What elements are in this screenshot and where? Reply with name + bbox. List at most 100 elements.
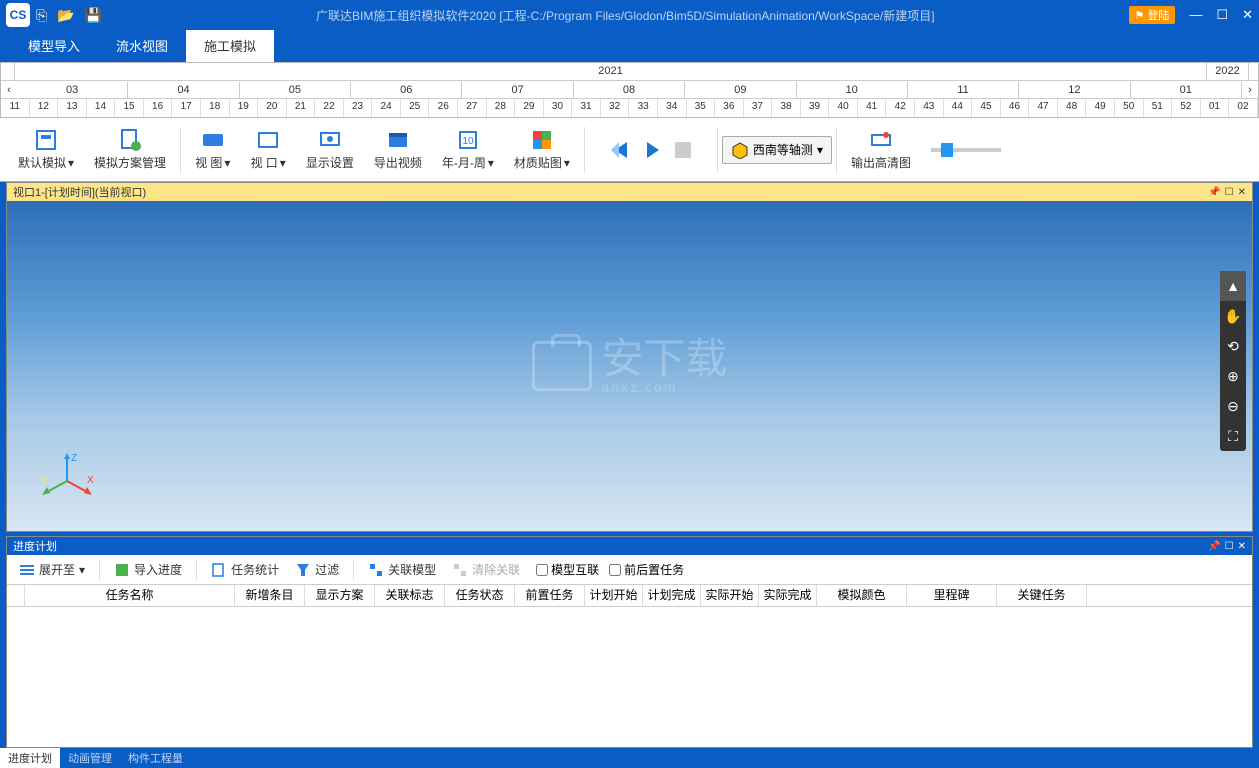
timeline-week[interactable]: 34	[658, 99, 687, 117]
close-button[interactable]: ✕	[1242, 7, 1253, 23]
column-header[interactable]: 计划完成	[643, 585, 701, 606]
view-orientation-select[interactable]: 西南等轴测▾	[722, 136, 832, 164]
timeline-week[interactable]: 43	[915, 99, 944, 117]
tab-quantities[interactable]: 构件工程量	[120, 748, 191, 768]
timeline-week[interactable]: 30	[544, 99, 573, 117]
pin-icon[interactable]: 📌	[1208, 541, 1220, 552]
timeline-month[interactable]: 11	[908, 82, 1019, 98]
timeline-week[interactable]: 17	[172, 99, 201, 117]
timeline-week[interactable]: 45	[972, 99, 1001, 117]
timeline-week[interactable]: 25	[401, 99, 430, 117]
timeline-week[interactable]: 47	[1029, 99, 1058, 117]
view-button[interactable]: 视 图▾	[185, 122, 240, 178]
timeline-week[interactable]: 28	[487, 99, 516, 117]
prepost-task-checkbox[interactable]: 前后置任务	[609, 561, 684, 578]
output-hd-button[interactable]: 输出高清图	[841, 122, 921, 178]
tab-simulation[interactable]: 施工模拟	[186, 30, 274, 62]
column-header[interactable]: 实际开始	[701, 585, 759, 606]
timeline-week[interactable]: 24	[372, 99, 401, 117]
timeline-next-icon[interactable]: ›	[1242, 82, 1258, 98]
timeline-week[interactable]: 01	[1201, 99, 1230, 117]
filter-button[interactable]: 过滤	[289, 559, 345, 580]
timeline-week[interactable]: 37	[744, 99, 773, 117]
column-header[interactable]	[7, 585, 25, 606]
pin-icon[interactable]: 📌	[1208, 187, 1220, 198]
timeline-week[interactable]: 44	[944, 99, 973, 117]
model-link-checkbox[interactable]: 模型互联	[536, 561, 599, 578]
timeline-week[interactable]: 46	[1001, 99, 1030, 117]
timeline-week[interactable]: 15	[115, 99, 144, 117]
clear-link-button[interactable]: 清除关联	[446, 559, 526, 580]
tab-model-import[interactable]: 模型导入	[10, 30, 98, 62]
column-header[interactable]: 显示方案	[305, 585, 375, 606]
material-texture-button[interactable]: 材质贴图▾	[504, 122, 580, 178]
timeline-week[interactable]: 31	[572, 99, 601, 117]
maximize-button[interactable]: ☐	[1216, 7, 1228, 23]
timeline-month[interactable]: 09	[685, 82, 796, 98]
default-sim-button[interactable]: 默认模拟▾	[8, 122, 84, 178]
tab-schedule[interactable]: 进度计划	[0, 748, 60, 768]
column-header[interactable]: 前置任务	[515, 585, 585, 606]
column-header[interactable]: 关键任务	[997, 585, 1087, 606]
column-header[interactable]: 模拟颜色	[817, 585, 907, 606]
timeline-week[interactable]: 38	[772, 99, 801, 117]
tab-animation[interactable]: 动画管理	[60, 748, 120, 768]
timeline-week[interactable]: 42	[886, 99, 915, 117]
column-header[interactable]: 任务名称	[25, 585, 235, 606]
timeline-week[interactable]: 52	[1172, 99, 1201, 117]
grid-body[interactable]	[7, 607, 1252, 747]
select-tool-icon[interactable]: ▲	[1220, 271, 1246, 301]
column-header[interactable]: 关联标志	[375, 585, 445, 606]
timeline-week[interactable]: 14	[87, 99, 116, 117]
column-header[interactable]: 计划开始	[585, 585, 643, 606]
import-schedule-button[interactable]: 导入进度	[108, 559, 188, 580]
sim-plan-mgmt-button[interactable]: 模拟方案管理	[84, 122, 176, 178]
link-model-button[interactable]: 关联模型	[362, 559, 442, 580]
column-header[interactable]: 实际完成	[759, 585, 817, 606]
viewport-3d[interactable]: 安下载 anxz.com Z X Y ▲ ✋ ⟲ ⊕ ⊖ ⛶	[7, 201, 1252, 531]
timeline-month[interactable]: 08	[574, 82, 685, 98]
minimize-button[interactable]: —	[1189, 7, 1202, 23]
display-settings-button[interactable]: 显示设置	[296, 122, 364, 178]
timeline-week[interactable]: 13	[58, 99, 87, 117]
timeline-week[interactable]: 27	[458, 99, 487, 117]
timeline-week[interactable]: 21	[287, 99, 316, 117]
timeline-week[interactable]: 11	[1, 99, 30, 117]
save-icon[interactable]: 💾	[85, 7, 102, 24]
timeline-month[interactable]: 01	[1131, 82, 1242, 98]
timeline-week[interactable]: 35	[687, 99, 716, 117]
maximize-panel-icon[interactable]: ☐	[1225, 541, 1234, 552]
viewport-button[interactable]: 视 口▾	[240, 122, 295, 178]
timeline-week[interactable]: 23	[344, 99, 373, 117]
timeline-week[interactable]: 48	[1058, 99, 1087, 117]
close-panel-icon[interactable]: ✕	[1238, 187, 1246, 198]
timeline-week[interactable]: 41	[858, 99, 887, 117]
new-icon[interactable]: ⎘	[36, 7, 47, 24]
play-forward-button[interactable]	[641, 138, 665, 162]
timeline-prev-icon[interactable]: ‹	[1, 82, 17, 98]
timeline-week[interactable]: 36	[715, 99, 744, 117]
zoom-in-icon[interactable]: ⊕	[1220, 361, 1246, 391]
timeline-week[interactable]: 40	[829, 99, 858, 117]
play-back-button[interactable]	[609, 138, 633, 162]
timeline-week[interactable]: 19	[230, 99, 259, 117]
timeline-week[interactable]: 16	[144, 99, 173, 117]
pan-tool-icon[interactable]: ✋	[1220, 301, 1246, 331]
timeline-week[interactable]: 20	[258, 99, 287, 117]
stop-button[interactable]	[673, 140, 693, 160]
expand-to-button[interactable]: 展开至▾	[13, 559, 91, 580]
tab-flow-view[interactable]: 流水视图	[98, 30, 186, 62]
timeline-week[interactable]: 33	[629, 99, 658, 117]
timeline-month[interactable]: 05	[240, 82, 351, 98]
timeline-month[interactable]: 10	[797, 82, 908, 98]
zoom-out-icon[interactable]: ⊖	[1220, 391, 1246, 421]
column-header[interactable]: 新增条目	[235, 585, 305, 606]
timeline-week[interactable]: 51	[1144, 99, 1173, 117]
column-header[interactable]: 里程碑	[907, 585, 997, 606]
login-button[interactable]: ⚑ 登陆	[1129, 6, 1176, 24]
maximize-panel-icon[interactable]: ☐	[1225, 187, 1234, 198]
timeline-week[interactable]: 12	[30, 99, 59, 117]
timeline-week[interactable]: 26	[429, 99, 458, 117]
timeline-month[interactable]: 07	[462, 82, 573, 98]
timeline-week[interactable]: 49	[1086, 99, 1115, 117]
